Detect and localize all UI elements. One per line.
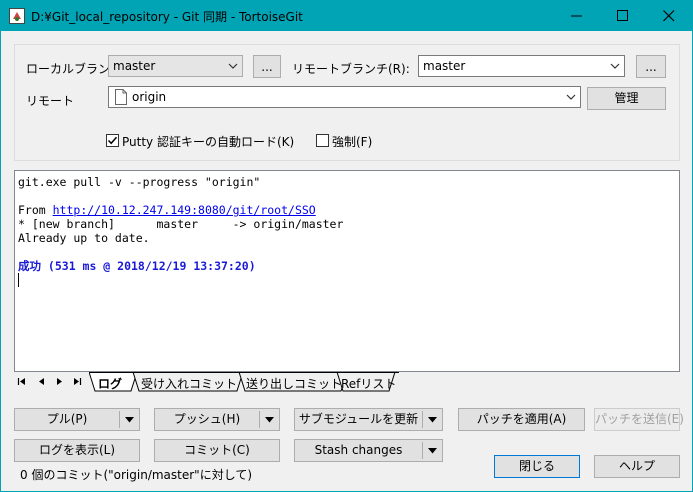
remote-label: リモート	[26, 94, 75, 108]
log-success-line: 成功 (531 ms @ 2018/12/19 13:37:20)	[18, 259, 256, 273]
log-branch-line: * [new branch] master -> origin/master	[18, 217, 344, 231]
last-tab-icon[interactable]	[73, 377, 82, 386]
remote-branch-value: master	[423, 59, 466, 73]
tab-log-label: ログ	[98, 377, 123, 391]
close-button[interactable]: 閉じる	[494, 455, 580, 478]
remote-value: origin	[132, 90, 167, 104]
putty-autoload-checkbox[interactable]	[106, 134, 119, 147]
stash-changes-label: Stash changes	[314, 443, 403, 457]
chevron-down-icon[interactable]	[125, 417, 134, 423]
dialog-content: ローカルブランチ master ... リモートブランチ(R): master …	[1, 31, 692, 491]
check-icon	[107, 136, 118, 145]
local-branch-browse-button[interactable]: ...	[253, 55, 281, 78]
log-from-line: From http://10.12.247.149:8080/git/root/…	[18, 203, 676, 217]
log-from-prefix: From	[18, 203, 53, 217]
tab-ref-label: Refリスト	[341, 377, 397, 391]
apply-patch-button[interactable]: パッチを適用(A)	[458, 408, 585, 431]
chevron-down-icon	[228, 63, 238, 69]
tortoisegit-icon	[9, 8, 25, 24]
text-caret	[18, 273, 19, 287]
tab-ref-list[interactable]: Refリスト	[341, 372, 396, 392]
log-status-line: Already up to date.	[18, 231, 150, 245]
prev-tab-icon[interactable]	[37, 377, 46, 386]
push-button-label: プッシュ(H)	[173, 412, 241, 426]
show-log-button[interactable]: ログを表示(L)	[14, 439, 140, 462]
minimize-button[interactable]	[554, 1, 600, 31]
maximize-icon	[617, 10, 628, 21]
log-cursor-line	[18, 273, 676, 287]
tab-outgoing-commits[interactable]: 送り出しコミット	[246, 372, 342, 392]
send-patch-button[interactable]: パッチを送信(E)	[594, 408, 684, 431]
stash-changes-button[interactable]: Stash changes	[294, 439, 443, 462]
git-sync-window: D:¥Git_local_repository - Git 同期 - Torto…	[0, 0, 693, 492]
submodule-update-label: サブモジュールを更新	[298, 412, 419, 426]
settings-group: ローカルブランチ master ... リモートブランチ(R): master …	[14, 44, 680, 161]
next-tab-icon[interactable]	[55, 377, 64, 386]
tab-incoming-commits[interactable]: 受け入れコミット	[141, 372, 237, 392]
push-button[interactable]: プッシュ(H)	[154, 408, 280, 431]
local-branch-value: master	[113, 59, 156, 73]
maximize-button[interactable]	[600, 1, 646, 31]
git-output-log[interactable]: git.exe pull -v --progress "origin" From…	[14, 170, 680, 372]
pull-button[interactable]: プル(P)	[14, 408, 140, 431]
log-blank-line	[18, 245, 676, 259]
window-title: D:¥Git_local_repository - Git 同期 - Torto…	[31, 10, 303, 24]
force-label: 強制(F)	[332, 135, 373, 149]
close-window-button[interactable]	[646, 1, 692, 31]
remote-branch-combo[interactable]: master	[418, 55, 625, 77]
tab-incoming-label: 受け入れコミット	[141, 377, 238, 391]
log-command-line: git.exe pull -v --progress "origin"	[18, 175, 261, 189]
close-icon	[663, 10, 675, 22]
manage-button[interactable]: 管理	[587, 87, 666, 110]
commit-button[interactable]: コミット(C)	[154, 439, 280, 462]
log-blank-line	[18, 189, 676, 203]
force-checkbox[interactable]	[316, 134, 329, 147]
minimize-icon	[571, 15, 582, 17]
tab-bar: ログ 受け入れコミット 送り出しコミット Refリスト	[14, 372, 680, 392]
help-button[interactable]: ヘルプ	[594, 455, 680, 478]
chevron-down-icon	[610, 63, 620, 69]
chevron-down-icon[interactable]	[265, 417, 274, 423]
putty-autoload-label: Putty 認証キーの自動ロード(K)	[122, 135, 295, 149]
chevron-down-icon[interactable]	[428, 448, 437, 454]
file-icon	[115, 89, 127, 105]
pull-button-label: プル(P)	[46, 412, 88, 426]
remote-branch-browse-button[interactable]: ...	[636, 55, 666, 78]
commit-count-status: 0 個のコミット("origin/master"に対して)	[20, 468, 253, 482]
remote-branch-label: リモートブランチ(R):	[292, 62, 410, 76]
remote-url-link[interactable]: http://10.12.247.149:8080/git/root/SSO	[53, 203, 316, 217]
tab-outgoing-label: 送り出しコミット	[246, 377, 343, 391]
title-bar: D:¥Git_local_repository - Git 同期 - Torto…	[1, 1, 692, 31]
tab-log[interactable]: ログ	[98, 372, 122, 392]
local-branch-combo[interactable]: master	[108, 55, 243, 77]
chevron-down-icon	[566, 94, 576, 100]
chevron-down-icon[interactable]	[428, 417, 437, 423]
remote-combo[interactable]: origin	[108, 86, 581, 108]
first-tab-icon[interactable]	[17, 377, 26, 386]
submodule-update-button[interactable]: サブモジュールを更新	[294, 408, 443, 431]
